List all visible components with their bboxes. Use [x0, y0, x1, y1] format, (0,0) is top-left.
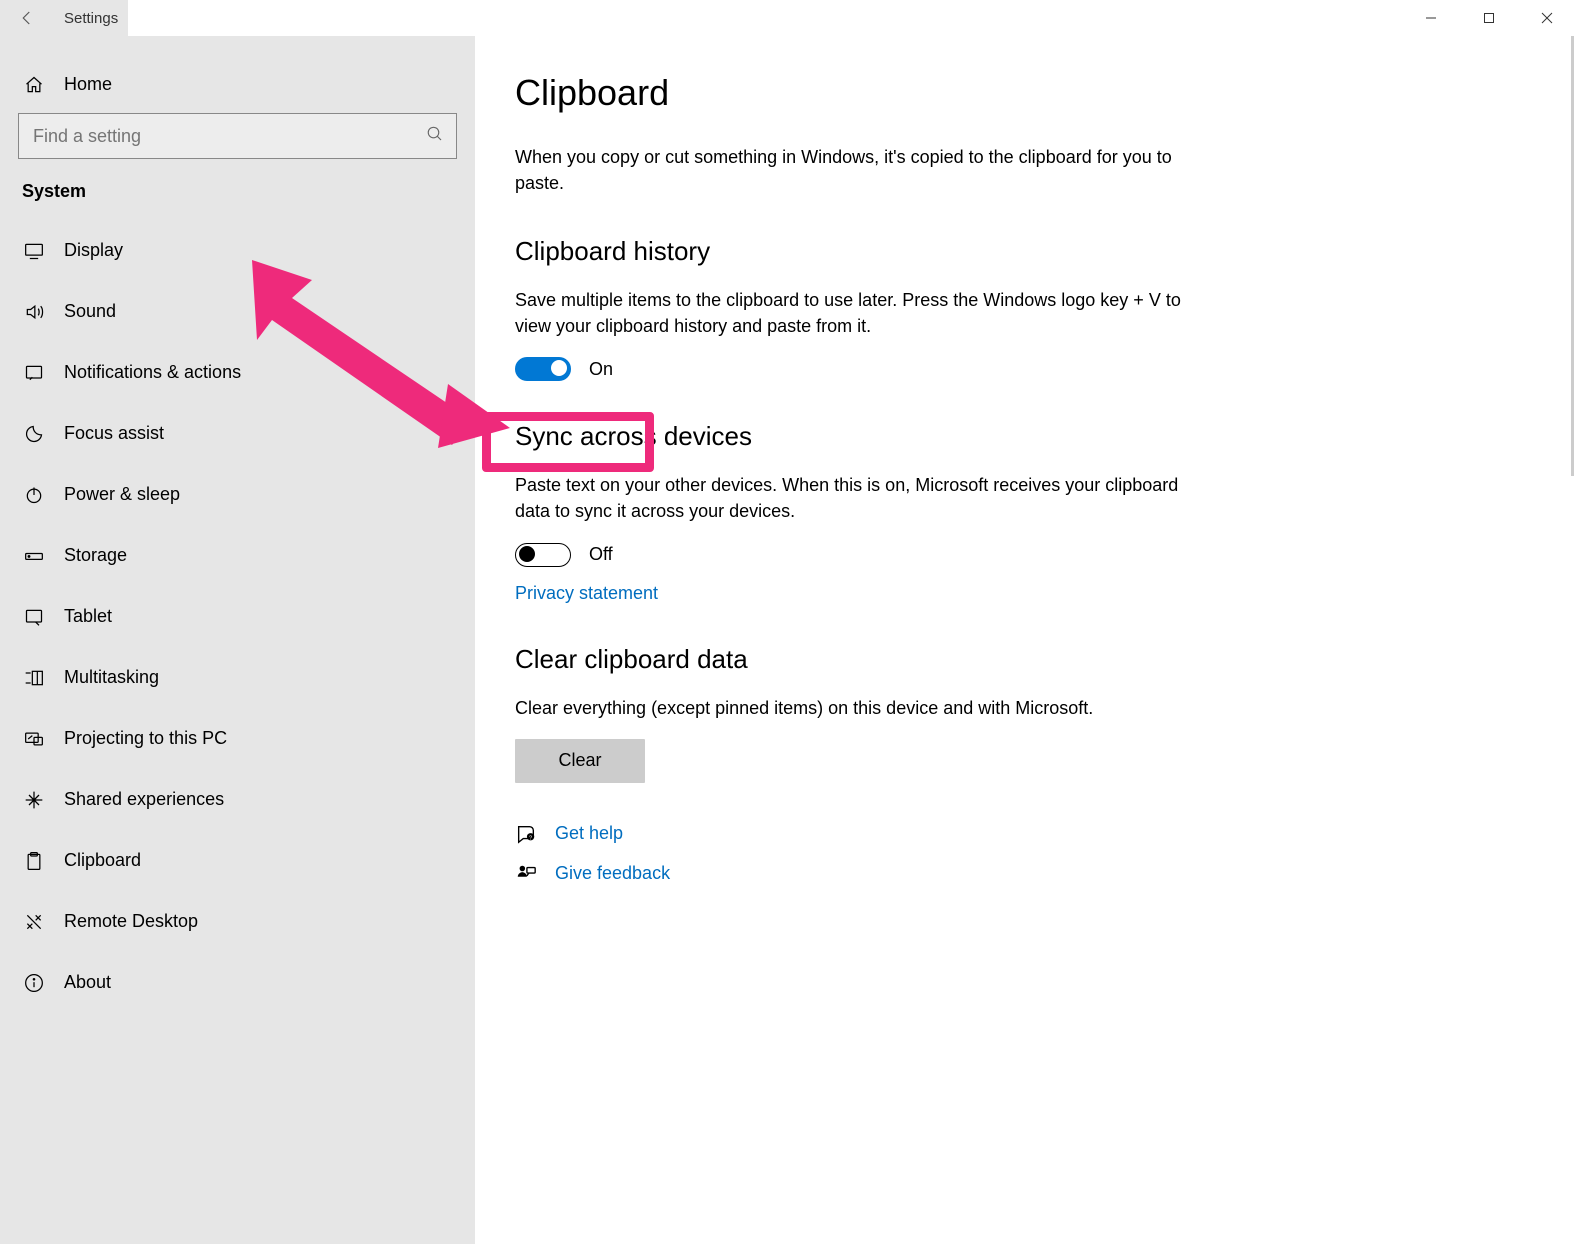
scrollbar-thumb[interactable] [1571, 36, 1574, 476]
back-button[interactable] [0, 0, 54, 36]
sync-text: Paste text on your other devices. When t… [515, 472, 1215, 524]
sidebar-item-label: Clipboard [64, 850, 141, 871]
intro-text: When you copy or cut something in Window… [515, 144, 1215, 196]
sidebar-item-clipboard[interactable]: Clipboard [0, 830, 475, 891]
sidebar: Home System Display Sound [0, 36, 475, 1244]
clear-text: Clear everything (except pinned items) o… [515, 695, 1215, 721]
sidebar-item-shared-experiences[interactable]: Shared experiences [0, 769, 475, 830]
feedback-icon [515, 863, 537, 885]
get-help-link[interactable]: Get help [555, 823, 623, 844]
sidebar-item-remote-desktop[interactable]: Remote Desktop [0, 891, 475, 952]
sidebar-item-sound[interactable]: Sound [0, 281, 475, 342]
history-toggle[interactable] [515, 357, 571, 381]
minimize-button[interactable] [1402, 0, 1460, 36]
privacy-link[interactable]: Privacy statement [515, 583, 658, 603]
sidebar-item-label: Multitasking [64, 667, 159, 688]
projecting-icon [22, 729, 46, 749]
history-text: Save multiple items to the clipboard to … [515, 287, 1215, 339]
content: Clipboard When you copy or cut something… [475, 36, 1576, 1244]
storage-icon [22, 546, 46, 566]
sidebar-item-label: Power & sleep [64, 484, 180, 505]
sync-toggle[interactable] [515, 543, 571, 567]
close-button[interactable] [1518, 0, 1576, 36]
shared-experiences-icon [22, 790, 46, 810]
sync-heading: Sync across devices [515, 421, 1215, 452]
sidebar-home[interactable]: Home [0, 56, 475, 113]
sidebar-nav: Display Sound Notifications & actions Fo… [0, 220, 475, 1013]
sidebar-item-tablet[interactable]: Tablet [0, 586, 475, 647]
clipboard-icon [22, 851, 46, 871]
focus-assist-icon [22, 424, 46, 444]
sidebar-item-focus-assist[interactable]: Focus assist [0, 403, 475, 464]
search-box[interactable] [18, 113, 457, 159]
sidebar-item-label: Tablet [64, 606, 112, 627]
sidebar-item-label: About [64, 972, 111, 993]
titlebar: Settings [0, 0, 1576, 36]
remote-desktop-icon [22, 912, 46, 932]
display-icon [22, 241, 46, 261]
sidebar-item-label: Projecting to this PC [64, 728, 227, 749]
sidebar-item-power[interactable]: Power & sleep [0, 464, 475, 525]
svg-text:?: ? [529, 835, 532, 841]
sidebar-item-label: Notifications & actions [64, 362, 241, 383]
sidebar-item-multitasking[interactable]: Multitasking [0, 647, 475, 708]
sidebar-item-projecting[interactable]: Projecting to this PC [0, 708, 475, 769]
maximize-button[interactable] [1460, 0, 1518, 36]
sidebar-item-storage[interactable]: Storage [0, 525, 475, 586]
sidebar-section-heading: System [0, 181, 475, 220]
page-title: Clipboard [515, 72, 1506, 114]
tablet-icon [22, 607, 46, 627]
sidebar-item-label: Sound [64, 301, 116, 322]
sidebar-home-label: Home [64, 74, 112, 95]
search-icon [426, 125, 444, 147]
help-icon: ? [515, 823, 537, 845]
sidebar-item-notifications[interactable]: Notifications & actions [0, 342, 475, 403]
sync-toggle-label: Off [589, 544, 613, 565]
sidebar-item-about[interactable]: About [0, 952, 475, 1013]
feedback-link[interactable]: Give feedback [555, 863, 670, 884]
sidebar-item-label: Storage [64, 545, 127, 566]
window-title: Settings [54, 0, 128, 36]
multitasking-icon [22, 668, 46, 688]
sidebar-item-label: Display [64, 240, 123, 261]
about-icon [22, 973, 46, 993]
home-icon [22, 75, 46, 95]
history-heading: Clipboard history [515, 236, 1215, 267]
clear-heading: Clear clipboard data [515, 644, 1215, 675]
history-toggle-label: On [589, 359, 613, 380]
notifications-icon [22, 363, 46, 383]
search-input[interactable] [31, 125, 426, 148]
sidebar-item-label: Remote Desktop [64, 911, 198, 932]
power-icon [22, 485, 46, 505]
sound-icon [22, 302, 46, 322]
sidebar-item-label: Shared experiences [64, 789, 224, 810]
sidebar-item-label: Focus assist [64, 423, 164, 444]
sidebar-item-display[interactable]: Display [0, 220, 475, 281]
clear-button[interactable]: Clear [515, 739, 645, 783]
